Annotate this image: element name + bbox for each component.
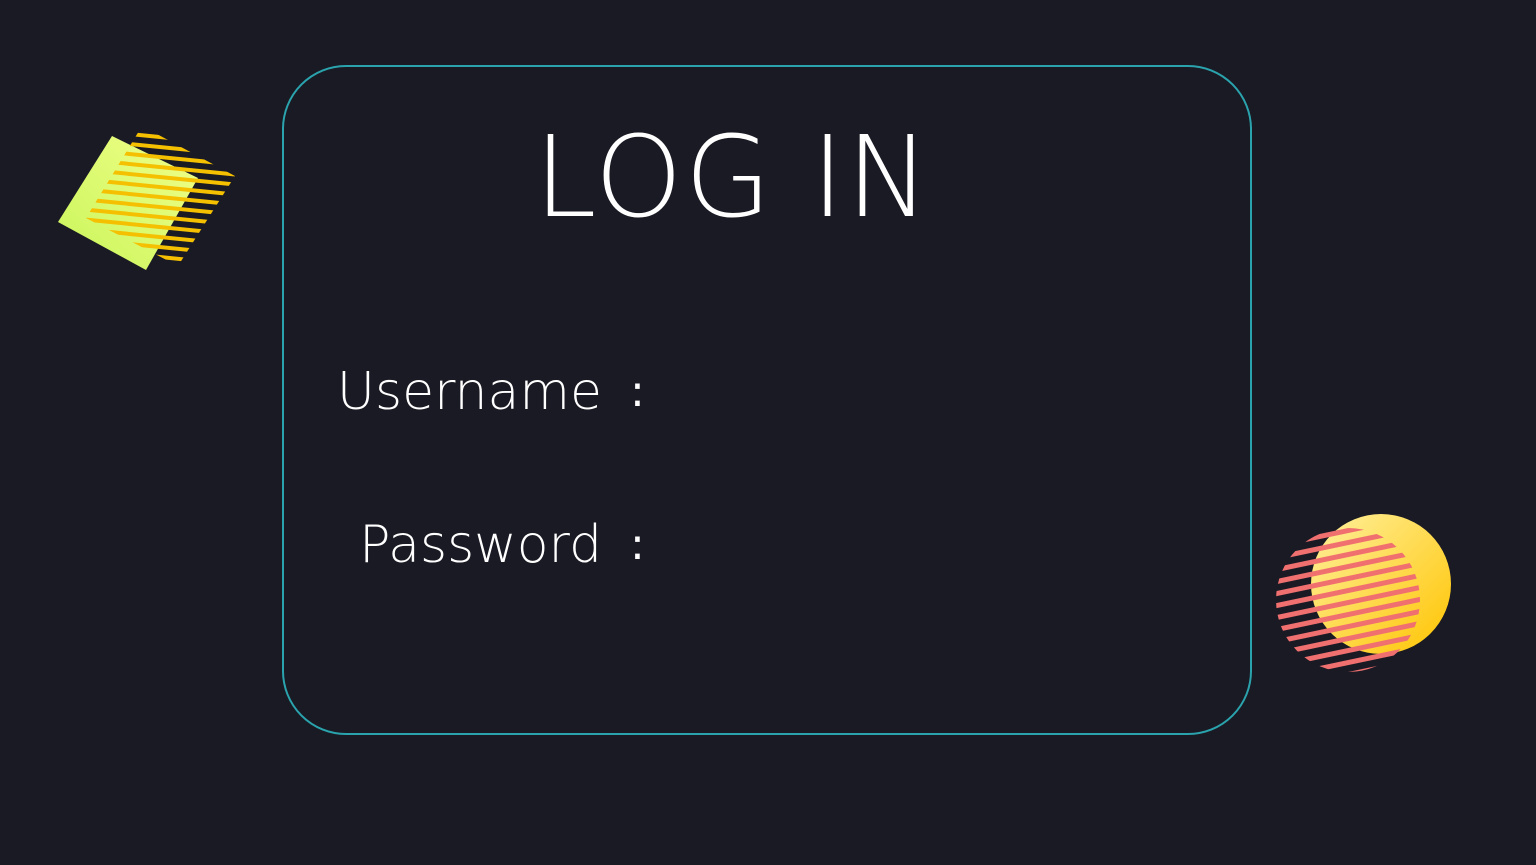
login-page: LOG IN Username : Password : bbox=[0, 0, 1536, 865]
login-title: LOG IN bbox=[534, 113, 932, 243]
decorative-striped-circle bbox=[1276, 514, 1451, 672]
username-separator: : bbox=[630, 366, 645, 417]
username-label: Username bbox=[336, 362, 602, 422]
username-input[interactable] bbox=[662, 364, 1227, 420]
password-label: Password bbox=[359, 515, 602, 575]
password-input[interactable] bbox=[662, 517, 1227, 573]
password-separator: : bbox=[630, 519, 645, 570]
username-row: Username : bbox=[300, 362, 1227, 422]
password-row: Password : bbox=[300, 515, 1227, 575]
